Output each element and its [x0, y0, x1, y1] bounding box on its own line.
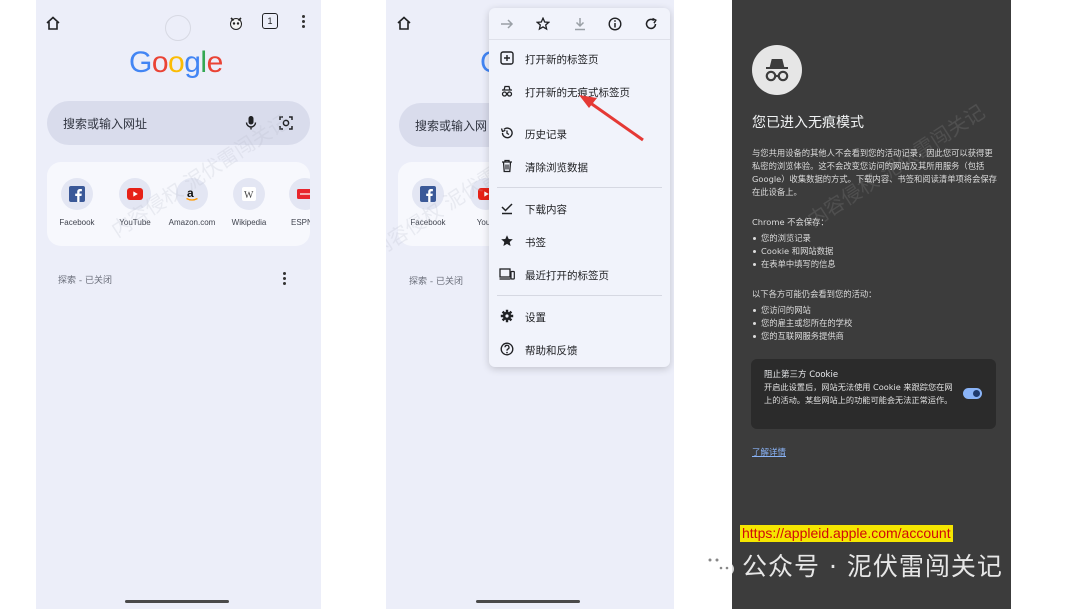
- menu-toolbar: [489, 8, 670, 40]
- menu-item-help-feedback[interactable]: 帮助和反馈: [489, 333, 670, 366]
- gear-icon: [499, 308, 515, 324]
- cookie-description: 开启此设置后，网站无法使用 Cookie 来跟踪您在网上的活动。某些网站上的功能…: [764, 382, 953, 405]
- shortcut-label: Facebook: [410, 218, 446, 227]
- search-placeholder: 搜索或输入网: [415, 119, 488, 133]
- menu-divider: [497, 187, 662, 188]
- list-item: 您访问的网站: [752, 304, 997, 317]
- visible-heading: 以下各方可能仍会看到您的活动：: [752, 289, 877, 299]
- learn-more-link[interactable]: 了解详情: [752, 446, 786, 458]
- svg-text:a: a: [187, 186, 194, 200]
- gesture-bar: [125, 600, 229, 603]
- youtube-icon: [119, 178, 151, 210]
- shortcut-label: Facebook: [59, 218, 95, 227]
- incognito-icon: [499, 83, 515, 99]
- shortcut-wikipedia[interactable]: W Wikipedia: [223, 178, 275, 227]
- shortcut-youtube[interactable]: YouTube: [109, 178, 161, 227]
- microphone-icon[interactable]: [244, 114, 258, 132]
- menu-item-label: 设置: [525, 312, 546, 324]
- discover-status: 探索 - 已关闭: [409, 277, 463, 287]
- bookmark-star-icon[interactable]: [535, 16, 551, 32]
- menu-item-downloads[interactable]: 下载内容: [489, 192, 670, 225]
- shortcut-label: YouTube: [119, 218, 151, 227]
- menu-divider: [497, 295, 662, 296]
- shortcut-tiles: Facebook YouTube a Amazon.com W Wikipedi…: [47, 162, 310, 246]
- menu-item-label: 书签: [525, 237, 546, 249]
- phone-screen-incognito: 您已进入无痕模式 与您共用设备的其他人不会看到您的活动记录，因此您可以获得更私密…: [732, 0, 1011, 609]
- download-check-icon: [499, 200, 515, 216]
- loading-spinner-icon: [165, 15, 191, 41]
- menu-item-recent-tabs[interactable]: 最近打开的标签页: [489, 258, 670, 291]
- tab-count: 1: [267, 16, 273, 26]
- menu-item-label: 清除浏览数据: [525, 162, 588, 174]
- svg-text:W: W: [244, 190, 254, 201]
- menu-item-label: 最近打开的标签页: [525, 270, 609, 282]
- not-saved-heading: Chrome 不会保存：: [752, 217, 829, 227]
- wechat-icon: [702, 552, 734, 577]
- trash-icon: [499, 158, 515, 174]
- list-item: 您的互联网服务提供商: [752, 330, 997, 343]
- home-icon[interactable]: [44, 14, 62, 32]
- shortcut-label: Amazon.com: [168, 218, 216, 227]
- shortcut-amazon[interactable]: a Amazon.com: [166, 178, 218, 227]
- discover-menu-icon[interactable]: [283, 272, 287, 287]
- menu-item-bookmarks[interactable]: 书签: [489, 225, 670, 258]
- plus-box-icon: [499, 50, 515, 66]
- menu-item-label: 历史记录: [525, 129, 567, 141]
- forward-arrow-icon[interactable]: [499, 16, 515, 32]
- lens-camera-icon[interactable]: [277, 114, 295, 132]
- facebook-icon: [412, 178, 444, 210]
- phone-screen-chrome-menu: G 搜索或输入网 Facebook YouT 探索 - 已关闭 内容侵权 泥伏雷…: [386, 0, 674, 609]
- amazon-icon: a: [176, 178, 208, 210]
- shortcut-espn[interactable]: ESPN.c: [279, 178, 310, 227]
- menu-item-new-tab[interactable]: 打开新的标签页: [489, 42, 670, 75]
- profile-avatar-icon[interactable]: [227, 14, 245, 32]
- discover-status: 探索 - 已关闭: [58, 276, 112, 286]
- info-icon[interactable]: [607, 16, 623, 32]
- facebook-icon: [61, 178, 93, 210]
- incognito-title: 您已进入无痕模式: [752, 115, 864, 131]
- devices-icon: [499, 266, 515, 282]
- incognito-intro: 与您共用设备的其他人不会看到您的活动记录，因此您可以获得更私密的浏览体验。这不会…: [752, 148, 997, 197]
- history-icon: [499, 125, 515, 141]
- star-icon: [499, 233, 515, 249]
- third-party-cookie-card: 阻止第三方 Cookie 开启此设置后，网站无法使用 Cookie 来跟踪您在网…: [751, 359, 996, 429]
- gesture-bar: [476, 600, 580, 603]
- annotation-arrow: [579, 95, 644, 142]
- home-icon[interactable]: [395, 14, 413, 32]
- shortcut-facebook[interactable]: Facebook: [402, 178, 454, 227]
- not-saved-list: 您的浏览记录 Cookie 和网站数据 在表单中填写的信息: [752, 232, 997, 271]
- google-logo: Google: [129, 46, 223, 79]
- wechat-footer-watermark: 公众号 · 泥伏雷闯关记: [700, 545, 1003, 585]
- tab-switcher-icon[interactable]: 1: [262, 13, 278, 29]
- block-cookies-toggle[interactable]: [963, 388, 982, 399]
- footer-watermark-text: 公众号 · 泥伏雷闯关记: [742, 552, 1003, 581]
- incognito-icon: [752, 45, 802, 95]
- shortcut-label: Wikipedia: [231, 218, 267, 227]
- visible-list: 您访问的网站 您的雇主或您所在的学校 您的互联网服务提供商: [752, 304, 997, 343]
- espn-icon: [289, 178, 310, 210]
- cookie-title: 阻止第三方 Cookie: [764, 370, 839, 380]
- chrome-overflow-menu: 打开新的标签页 打开新的无痕式标签页 历史记录 清除浏览数据 下载内容 书签 最…: [489, 8, 670, 367]
- menu-item-clear-browsing-data[interactable]: 清除浏览数据: [489, 150, 670, 183]
- list-item: 在表单中填写的信息: [752, 258, 997, 271]
- shortcut-facebook[interactable]: Facebook: [51, 178, 103, 227]
- help-icon: [499, 341, 515, 357]
- search-placeholder: 搜索或输入网址: [63, 117, 148, 131]
- list-item: 您的浏览记录: [752, 232, 997, 245]
- search-box[interactable]: 搜索或输入网址: [47, 101, 310, 145]
- reload-icon[interactable]: [643, 16, 659, 32]
- menu-item-label: 下载内容: [525, 204, 567, 216]
- menu-item-label: 打开新的标签页: [525, 54, 599, 66]
- url-banner: https://appleid.apple.com/account: [740, 525, 953, 542]
- menu-item-label: 帮助和反馈: [525, 345, 578, 357]
- phone-screen-new-tab: 1 Google 搜索或输入网址 Facebook YouTube a Amaz…: [36, 0, 321, 609]
- menu-item-settings[interactable]: 设置: [489, 300, 670, 333]
- list-item: Cookie 和网站数据: [752, 245, 997, 258]
- wikipedia-icon: W: [233, 178, 265, 210]
- download-icon[interactable]: [572, 16, 588, 32]
- menu-kebab-icon[interactable]: [302, 15, 306, 30]
- list-item: 您的雇主或您所在的学校: [752, 317, 997, 330]
- shortcut-label: ESPN.c: [290, 218, 310, 227]
